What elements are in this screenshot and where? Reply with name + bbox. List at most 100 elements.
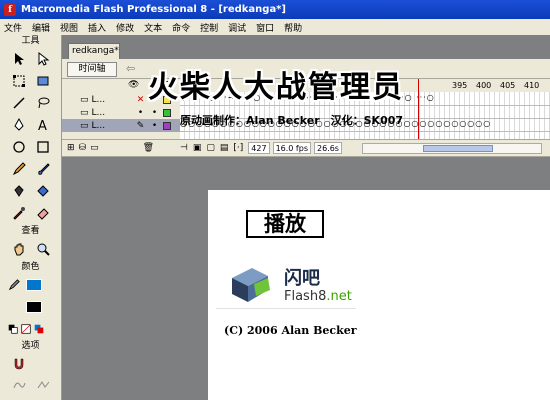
menu-help[interactable]: 帮助 [284,21,302,34]
layer-color-box[interactable] [162,108,171,117]
paint-bucket-icon [37,184,49,197]
onion-skin-icon[interactable]: ▣ [193,143,202,153]
menu-edit[interactable]: 编辑 [32,21,50,34]
title-bar: f Macromedia Flash Professional 8 - [red… [0,0,550,19]
stroke-color-control[interactable] [8,274,61,296]
free-transform-icon [13,74,25,87]
black-white-icon[interactable] [8,324,18,334]
magnet-icon [14,358,24,369]
text-tool[interactable]: A [32,114,54,135]
timeline-scrollbar[interactable] [362,143,542,154]
menu-text[interactable]: 文本 [144,21,162,34]
pencil-icon [8,279,20,291]
zoom-tool[interactable] [32,238,54,259]
line-icon [13,96,25,109]
menu-insert[interactable]: 插入 [88,21,106,34]
layer-icon: ▭ [80,94,89,105]
center-frame-icon[interactable]: ⊣ [180,143,188,153]
insert-folder-icon[interactable]: ▭ [90,143,99,153]
eye-icon[interactable]: 👁 [128,80,139,90]
ink-bottle-tool[interactable] [8,180,30,201]
pencil-edit-icon: ✎ [136,120,145,131]
rectangle-tool[interactable] [32,136,54,157]
smooth-icon [13,382,26,388]
stage[interactable]: 播放 闪吧 Flash8.net (C) 2006 Alan Becker [208,190,550,400]
scrollbar-thumb[interactable] [423,145,493,152]
eyedropper-tool[interactable] [8,202,30,223]
no-color-icon[interactable] [21,324,31,334]
motion-guide-icon[interactable]: ⛁ [79,143,87,153]
menu-window[interactable]: 窗口 [256,21,274,34]
menu-debug[interactable]: 调试 [228,21,246,34]
layer-controls: ⊞ ⛁ ▭ 🗑 [62,143,180,153]
fill-color-swatch[interactable] [26,279,42,291]
free-transform-tool[interactable] [8,70,30,91]
hand-tool[interactable] [8,238,30,259]
menu-control[interactable]: 控制 [200,21,218,34]
rectangle-icon [37,140,49,153]
edit-multiple-icon[interactable]: ▤ [220,143,229,153]
lasso-icon [38,97,50,108]
lock-dot[interactable]: • [150,108,160,118]
menu-view[interactable]: 视图 [60,21,78,34]
oval-icon [13,140,25,153]
timeline-status-bar: ⊞ ⛁ ▭ 🗑 ⊣ ▣ ▢ ▤ [·] 427 16.0 fps 26.6s [62,139,550,157]
copyright-text: (C) 2006 Alan Becker [224,324,357,337]
layer-name: L... [91,120,106,131]
ruler-number: 410 [524,81,540,90]
arrow-icon [15,52,24,65]
modify-markers-icon[interactable]: [·] [233,143,243,153]
layer-color-box[interactable] [162,121,171,130]
stroke-color-swatch[interactable] [26,301,42,313]
overlay-title: 火柴人大战管理员 [148,70,404,105]
frame-rate: 16.0 fps [272,142,311,154]
swap-colors-icon[interactable] [34,324,44,334]
play-button[interactable]: 播放 [246,210,324,238]
tools-header: 工具 [21,36,40,46]
straighten-icon [37,380,50,388]
menu-modify[interactable]: 修改 [116,21,134,34]
pen-tool[interactable] [8,114,30,135]
pencil-tool[interactable] [8,158,30,179]
eraser-icon [37,207,49,220]
svg-text:A: A [38,119,47,132]
selection-tool[interactable] [8,48,30,69]
layer-row-selected[interactable]: ▭ L... ✎ • [62,119,180,132]
menu-file[interactable]: 文件 [4,21,22,34]
pen-icon [14,117,24,131]
snap-to-objects-option[interactable] [8,353,30,374]
onion-outline-icon[interactable]: ▢ [206,143,215,153]
lasso-tool[interactable] [32,92,54,113]
brush-tool[interactable] [32,158,54,179]
smooth-option[interactable] [8,374,30,395]
playhead[interactable] [418,79,427,139]
brush-icon [38,162,50,175]
subselect-tool[interactable] [32,48,54,69]
line-tool[interactable] [8,92,30,113]
ruler-number: 400 [476,81,492,90]
paint-bucket-tool[interactable] [32,180,54,201]
fill-transform-tool[interactable] [32,70,54,91]
document-tab[interactable]: redkanga* [68,43,120,59]
eyedropper-icon [13,206,25,220]
colors-section-label: 颜色 [21,262,40,272]
lock-dot[interactable]: • [150,121,160,131]
window-title: Macromedia Flash Professional 8 - [redka… [21,4,286,15]
layer-icon: ▭ [80,120,89,131]
insert-layer-icon[interactable]: ⊞ [67,143,75,153]
straighten-option[interactable] [32,374,54,395]
menu-commands[interactable]: 命令 [172,21,190,34]
timeline-toggle-button[interactable]: 时间轴 [67,62,117,77]
color-swap-controls [8,318,61,340]
layer-row[interactable]: ▭ L... • • [62,106,180,119]
subselect-arrow-icon [38,51,50,66]
logo-divider [216,308,356,309]
back-arrow-icon[interactable]: ⇦ [126,62,135,75]
fill-color-control[interactable] [8,296,61,318]
visible-dot[interactable]: • [132,108,150,118]
eraser-tool[interactable] [32,202,54,223]
oval-tool[interactable] [8,136,30,157]
hidden-x-icon[interactable]: ✕ [132,95,150,105]
gradient-transform-icon [37,76,49,85]
trash-icon[interactable]: 🗑 [143,143,154,153]
